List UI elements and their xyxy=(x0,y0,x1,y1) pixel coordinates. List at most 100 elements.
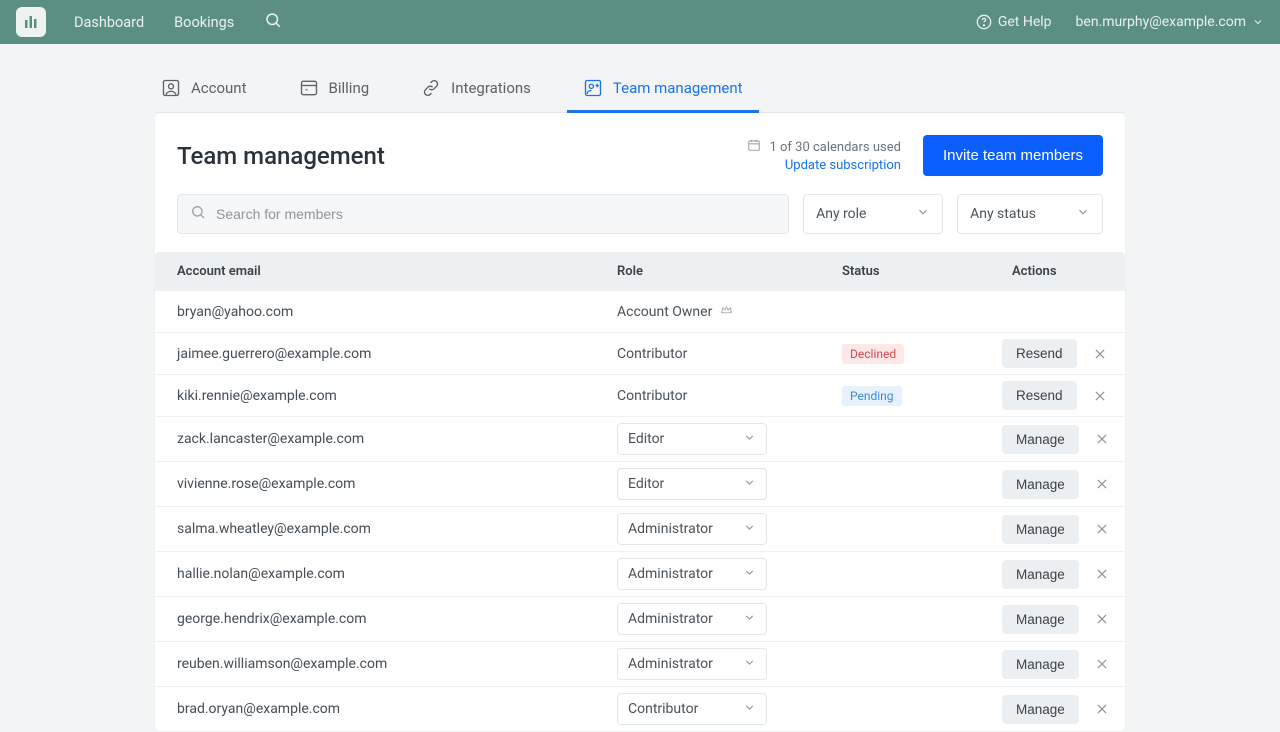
remove-member-button[interactable] xyxy=(1091,518,1113,540)
help-label: Get Help xyxy=(998,14,1052,30)
chevron-down-icon xyxy=(1076,205,1090,223)
close-icon xyxy=(1095,477,1109,491)
resend-button[interactable]: Resend xyxy=(1002,339,1077,368)
col-role: Role xyxy=(617,264,842,279)
search-members[interactable] xyxy=(177,194,789,234)
remove-member-button[interactable] xyxy=(1091,473,1113,495)
bars-icon xyxy=(23,14,39,30)
role-select[interactable]: Administrator xyxy=(617,603,767,635)
close-icon xyxy=(1093,389,1107,403)
tab-billing[interactable]: Billing xyxy=(293,64,376,112)
member-email: george.hendrix@example.com xyxy=(177,611,617,627)
nav-help[interactable]: Get Help xyxy=(976,14,1052,30)
member-role-cell: Administrator xyxy=(617,603,842,635)
remove-member-button[interactable] xyxy=(1091,608,1113,630)
member-email: hallie.nolan@example.com xyxy=(177,566,617,582)
chevron-down-icon xyxy=(743,701,756,718)
integrations-icon xyxy=(421,78,441,98)
remove-member-button[interactable] xyxy=(1089,385,1111,407)
close-icon xyxy=(1095,702,1109,716)
member-role: Account Owner xyxy=(617,303,842,320)
app-logo[interactable] xyxy=(16,7,46,37)
tab-billing-label: Billing xyxy=(329,79,370,97)
manage-button[interactable]: Manage xyxy=(1002,695,1079,724)
table-row: zack.lancaster@example.com Editor Manage xyxy=(155,417,1125,462)
manage-button[interactable]: Manage xyxy=(1002,470,1079,499)
close-icon xyxy=(1095,612,1109,626)
team-icon xyxy=(583,78,603,98)
search-icon xyxy=(264,11,282,29)
role-select[interactable]: Administrator xyxy=(617,558,767,590)
member-actions: Manage xyxy=(1002,425,1113,454)
member-actions: Manage xyxy=(1002,515,1113,544)
member-role-cell: Editor xyxy=(617,468,842,500)
tab-team-label: Team management xyxy=(613,79,743,97)
table-row: salma.wheatley@example.com Administrator… xyxy=(155,507,1125,552)
member-email: kiki.rennie@example.com xyxy=(177,388,617,404)
calendars-used-text: 1 of 30 calendars used xyxy=(769,140,900,155)
tab-account[interactable]: Account xyxy=(155,64,253,112)
role-select[interactable]: Contributor xyxy=(617,693,767,725)
member-email: reuben.williamson@example.com xyxy=(177,656,617,672)
remove-member-button[interactable] xyxy=(1091,653,1113,675)
member-role-cell: Contributor xyxy=(617,693,842,725)
filter-role[interactable]: Any role xyxy=(803,194,943,234)
table-row: bryan@yahoo.com Account Owner xyxy=(155,291,1125,333)
chevron-down-icon xyxy=(743,656,756,673)
member-actions: Resend xyxy=(1002,339,1111,368)
search-input[interactable] xyxy=(216,206,776,222)
role-select-value: Editor xyxy=(628,476,664,492)
manage-button[interactable]: Manage xyxy=(1002,560,1079,589)
filter-status-value: Any status xyxy=(970,206,1036,222)
role-select[interactable]: Editor xyxy=(617,468,767,500)
nav-user-menu[interactable]: ben.murphy@example.com xyxy=(1076,14,1264,30)
member-status: Pending xyxy=(842,386,1002,406)
resend-button[interactable]: Resend xyxy=(1002,381,1077,410)
close-icon xyxy=(1095,432,1109,446)
nav-dashboard[interactable]: Dashboard xyxy=(74,14,144,31)
member-role: Contributor xyxy=(617,346,842,362)
member-status: Declined xyxy=(842,344,1002,364)
table-row: jaimee.guerrero@example.com Contributor … xyxy=(155,333,1125,375)
nav-bookings[interactable]: Bookings xyxy=(174,14,234,31)
top-nav: Dashboard Bookings Get Help ben.murphy@e… xyxy=(0,0,1280,44)
calendar-icon xyxy=(747,138,761,156)
member-email: zack.lancaster@example.com xyxy=(177,431,617,447)
table-header: Account email Role Status Actions xyxy=(155,252,1125,291)
col-status: Status xyxy=(842,264,1002,279)
role-select-value: Administrator xyxy=(628,521,713,537)
table-row: kiki.rennie@example.com Contributor Pend… xyxy=(155,375,1125,417)
member-email: bryan@yahoo.com xyxy=(177,304,617,320)
account-icon xyxy=(161,78,181,98)
update-subscription-link[interactable]: Update subscription xyxy=(785,158,901,173)
role-select-value: Administrator xyxy=(628,566,713,582)
close-icon xyxy=(1093,347,1107,361)
role-select-value: Contributor xyxy=(628,701,698,717)
tab-integrations[interactable]: Integrations xyxy=(415,64,537,112)
manage-button[interactable]: Manage xyxy=(1002,515,1079,544)
close-icon xyxy=(1095,522,1109,536)
col-email: Account email xyxy=(177,264,617,279)
invite-team-members-button[interactable]: Invite team members xyxy=(923,135,1103,176)
role-select-value: Administrator xyxy=(628,656,713,672)
table-row: george.hendrix@example.com Administrator… xyxy=(155,597,1125,642)
member-email: jaimee.guerrero@example.com xyxy=(177,346,617,362)
remove-member-button[interactable] xyxy=(1091,698,1113,720)
member-actions: Manage xyxy=(1002,605,1113,634)
manage-button[interactable]: Manage xyxy=(1002,650,1079,679)
remove-member-button[interactable] xyxy=(1091,563,1113,585)
manage-button[interactable]: Manage xyxy=(1002,605,1079,634)
nav-search[interactable] xyxy=(264,11,282,33)
chevron-down-icon xyxy=(1252,16,1264,28)
remove-member-button[interactable] xyxy=(1091,428,1113,450)
member-actions: Manage xyxy=(1002,560,1113,589)
tab-team-management[interactable]: Team management xyxy=(577,64,749,112)
manage-button[interactable]: Manage xyxy=(1002,425,1079,454)
close-icon xyxy=(1095,567,1109,581)
role-select[interactable]: Editor xyxy=(617,423,767,455)
filter-status[interactable]: Any status xyxy=(957,194,1103,234)
role-select-value: Administrator xyxy=(628,611,713,627)
role-select[interactable]: Administrator xyxy=(617,513,767,545)
remove-member-button[interactable] xyxy=(1089,343,1111,365)
role-select[interactable]: Administrator xyxy=(617,648,767,680)
